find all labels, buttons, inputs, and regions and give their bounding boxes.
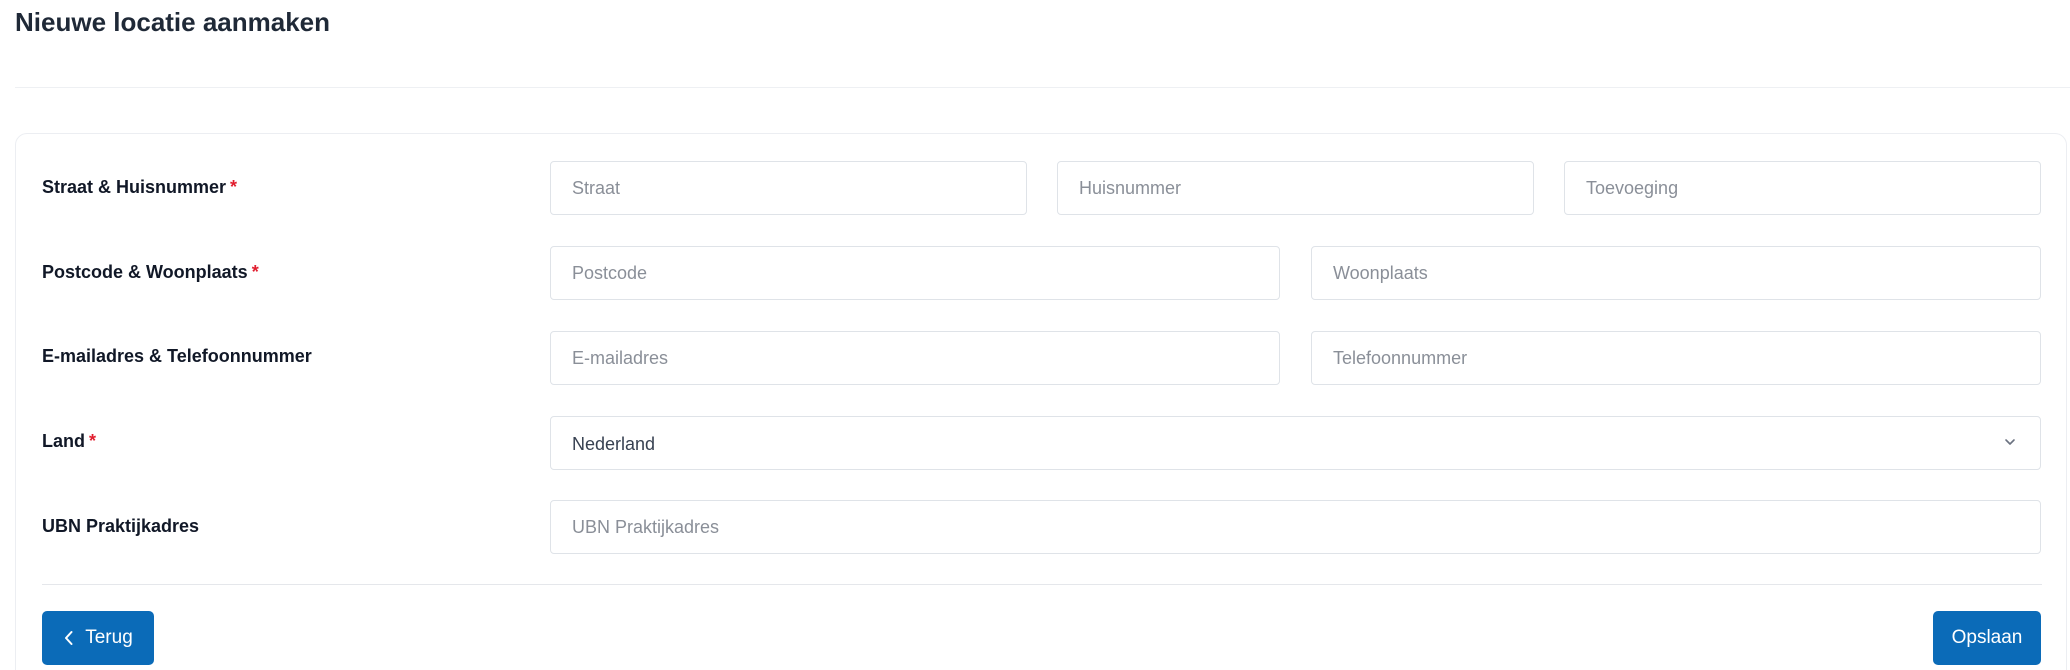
street-row-label-text: Straat & Huisnummer (42, 177, 227, 197)
footer-divider (42, 584, 2042, 585)
postcode-input[interactable] (550, 246, 1280, 300)
required-marker: * (89, 431, 97, 451)
chevron-down-icon (2005, 439, 2015, 445)
phone-input[interactable] (1311, 331, 2041, 385)
ubn-input[interactable] (550, 500, 2041, 554)
house-number-input[interactable] (1057, 161, 1534, 215)
back-button-label: Terug (85, 627, 133, 648)
country-row-label: Land * (42, 429, 96, 453)
contact-row-label: E-mailadres & Telefoonnummer (42, 344, 312, 368)
chevron-left-icon (65, 631, 73, 645)
postal-row-label-text: Postcode & Woonplaats (42, 262, 248, 282)
postal-row-label: Postcode & Woonplaats * (42, 260, 259, 284)
country-row-label-text: Land (42, 431, 85, 451)
country-select-value: Nederland (572, 434, 656, 454)
street-input[interactable] (550, 161, 1027, 215)
save-button[interactable]: Opslaan (1933, 611, 2041, 665)
country-select[interactable]: Nederland (550, 416, 2041, 470)
city-input[interactable] (1311, 246, 2041, 300)
back-button[interactable]: Terug (42, 611, 154, 665)
required-marker: * (251, 262, 259, 282)
page-title: Nieuwe locatie aanmaken (15, 7, 331, 37)
page: Nieuwe locatie aanmaken Straat & Huisnum… (0, 0, 2070, 670)
contact-row-label-text: E-mailadres & Telefoonnummer (42, 346, 312, 366)
save-button-label: Opslaan (1951, 627, 2023, 648)
ubn-row-label-text: UBN Praktijkadres (42, 516, 200, 536)
header-divider (15, 87, 2070, 88)
email-input[interactable] (550, 331, 1280, 385)
street-row-label: Straat & Huisnummer * (42, 175, 237, 199)
ubn-row-label: UBN Praktijkadres (42, 514, 199, 538)
required-marker: * (230, 177, 238, 197)
addition-input[interactable] (1564, 161, 2041, 215)
